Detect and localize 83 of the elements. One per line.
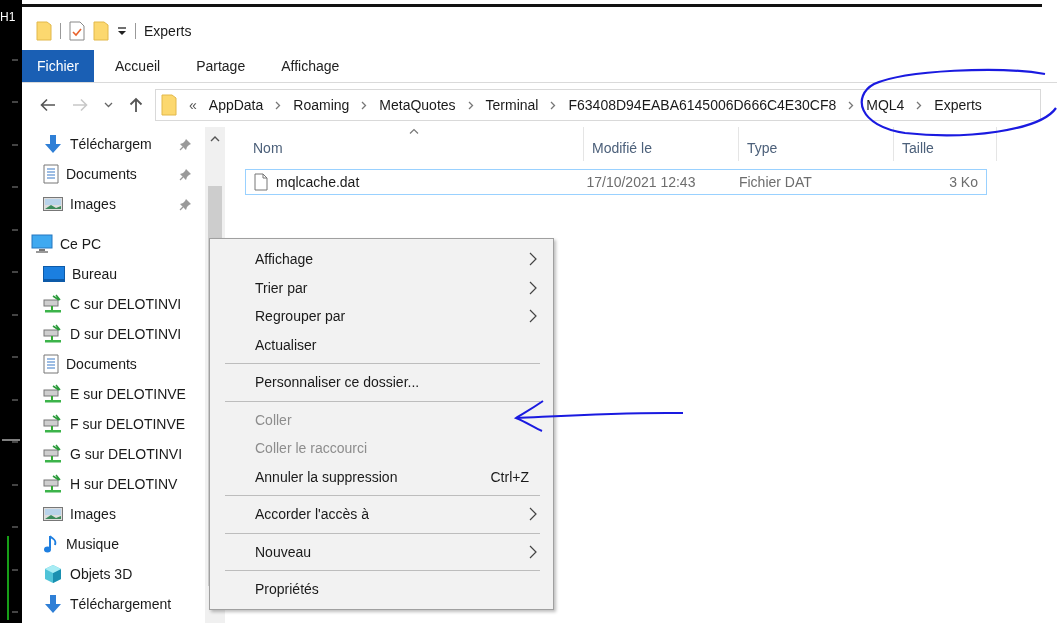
ribbon-tab[interactable]: Fichier	[22, 50, 94, 82]
up-arrow-icon[interactable]	[129, 97, 143, 113]
music-note-icon	[43, 534, 59, 554]
table-cell-text: 17/10/2021 12:43	[585, 174, 697, 190]
column-header[interactable]: Type	[738, 127, 893, 161]
menu-item[interactable]: Personnaliser ce dossier...	[210, 368, 553, 397]
file-icon	[254, 173, 268, 191]
desktop-icon	[43, 266, 65, 282]
breadcrumb[interactable]: Roaming	[293, 97, 350, 113]
overflow-marker[interactable]: «	[189, 97, 197, 113]
breadcrumb-chevron-icon	[550, 100, 557, 110]
menu-item[interactable]: Trier par	[210, 273, 553, 302]
monitor-icon	[31, 234, 53, 254]
nav-item-label[interactable]: E sur DELOTINVE	[70, 386, 186, 402]
submenu-chevron-icon	[529, 280, 537, 295]
breadcrumb-chevron-icon	[361, 100, 368, 110]
ribbon-tab[interactable]: Partage	[181, 50, 261, 82]
nav-item-label[interactable]: Bureau	[72, 266, 118, 282]
nav-item-label[interactable]: Documents	[66, 356, 137, 372]
nav-item-label[interactable]: G sur DELOTINVI	[70, 446, 183, 462]
nav-item-label[interactable]: Musique	[66, 536, 119, 552]
checked-document-icon[interactable]	[69, 21, 85, 41]
menu-item[interactable]: Regrouper par	[210, 302, 553, 331]
sort-caret-icon	[409, 128, 419, 134]
submenu-chevron-icon	[529, 507, 537, 522]
ribbon-tab[interactable]: Accueil	[100, 50, 176, 82]
breadcrumb-chevron-icon	[848, 100, 855, 110]
submenu-chevron-icon	[529, 252, 537, 267]
breadcrumb-chevron-icon	[467, 100, 474, 110]
menu-item[interactable]: Affichage	[210, 245, 553, 274]
column-header[interactable]: Nom	[245, 127, 583, 161]
menu-item[interactable]: Annuler la suppression Ctrl+Z	[210, 462, 553, 491]
nav-item-label[interactable]: Images	[70, 506, 116, 522]
column-header[interactable]: Modifié le	[583, 127, 738, 161]
menu-item[interactable]: Accorder l'accès à	[210, 500, 553, 529]
nav-item-label[interactable]: Objets 3D	[70, 566, 133, 582]
table-cell-text: 3 Ko	[948, 174, 979, 190]
chevron-down-icon[interactable]	[104, 102, 113, 108]
submenu-chevron-icon	[529, 309, 537, 324]
image-icon	[43, 506, 63, 522]
network-drive-icon	[43, 294, 63, 314]
breadcrumb[interactable]: Terminal	[485, 97, 539, 113]
menu-item[interactable]: Nouveau	[210, 537, 553, 566]
folder-icon	[161, 94, 177, 116]
download-arrow-icon	[43, 594, 63, 614]
breadcrumb[interactable]: AppData	[208, 97, 264, 113]
shortcut-label: Ctrl+Z	[490, 468, 529, 485]
network-drive-icon	[43, 414, 63, 434]
image-icon	[43, 196, 63, 212]
network-drive-icon	[43, 474, 63, 494]
network-drive-icon	[43, 384, 63, 404]
file-row[interactable]: mqlcache.dat 17/10/2021 12:43 Fichier DAT 3 Ko	[245, 169, 987, 195]
file-name: mqlcache.dat	[276, 174, 360, 190]
menu-item[interactable]: Propriétés	[210, 575, 553, 604]
nav-item-label[interactable]: F sur DELOTINVE	[70, 416, 186, 432]
download-arrow-icon	[43, 134, 63, 154]
network-drive-icon	[43, 444, 63, 464]
nav-item-label[interactable]: H sur DELOTINV	[70, 476, 178, 492]
cube-icon	[43, 564, 63, 584]
address-bar[interactable]: « AppData Roaming MetaQuotes Terminal F63408D94EABA6145006D666C4E30CF8 MQL4 Experts	[155, 89, 1041, 121]
nav-item-label[interactable]: D sur DELOTINVI	[70, 326, 182, 342]
breadcrumb-chevron-icon	[916, 100, 923, 110]
network-drive-icon	[43, 324, 63, 344]
submenu-chevron-icon	[529, 544, 537, 559]
chart-label: H1	[0, 10, 17, 24]
back-arrow-icon[interactable]	[40, 98, 56, 112]
ribbon-tab[interactable]: Affichage	[266, 50, 355, 82]
nav-item-label[interactable]: Ce PC	[60, 236, 102, 252]
breadcrumb[interactable]: MetaQuotes	[379, 97, 456, 113]
menu-item[interactable]: Actualiser	[210, 330, 553, 359]
scroll-up-icon[interactable]	[210, 135, 220, 142]
document-icon	[43, 354, 59, 374]
nav-item-label[interactable]: Téléchargement	[70, 596, 172, 612]
document-icon	[43, 164, 59, 184]
column-header[interactable]: Taille	[893, 127, 997, 161]
breadcrumb-chevron-icon	[275, 100, 282, 110]
dropdown-icon[interactable]	[117, 26, 127, 36]
breadcrumb[interactable]: MQL4	[866, 97, 905, 113]
table-cell-text: Fichier DAT	[737, 174, 813, 190]
nav-item-label[interactable]: C sur DELOTINVI	[70, 296, 182, 312]
breadcrumb[interactable]: Experts	[934, 97, 982, 113]
breadcrumb[interactable]: F63408D94EABA6145006D666C4E30CF8	[568, 97, 837, 113]
window-title: Experts	[144, 23, 192, 39]
